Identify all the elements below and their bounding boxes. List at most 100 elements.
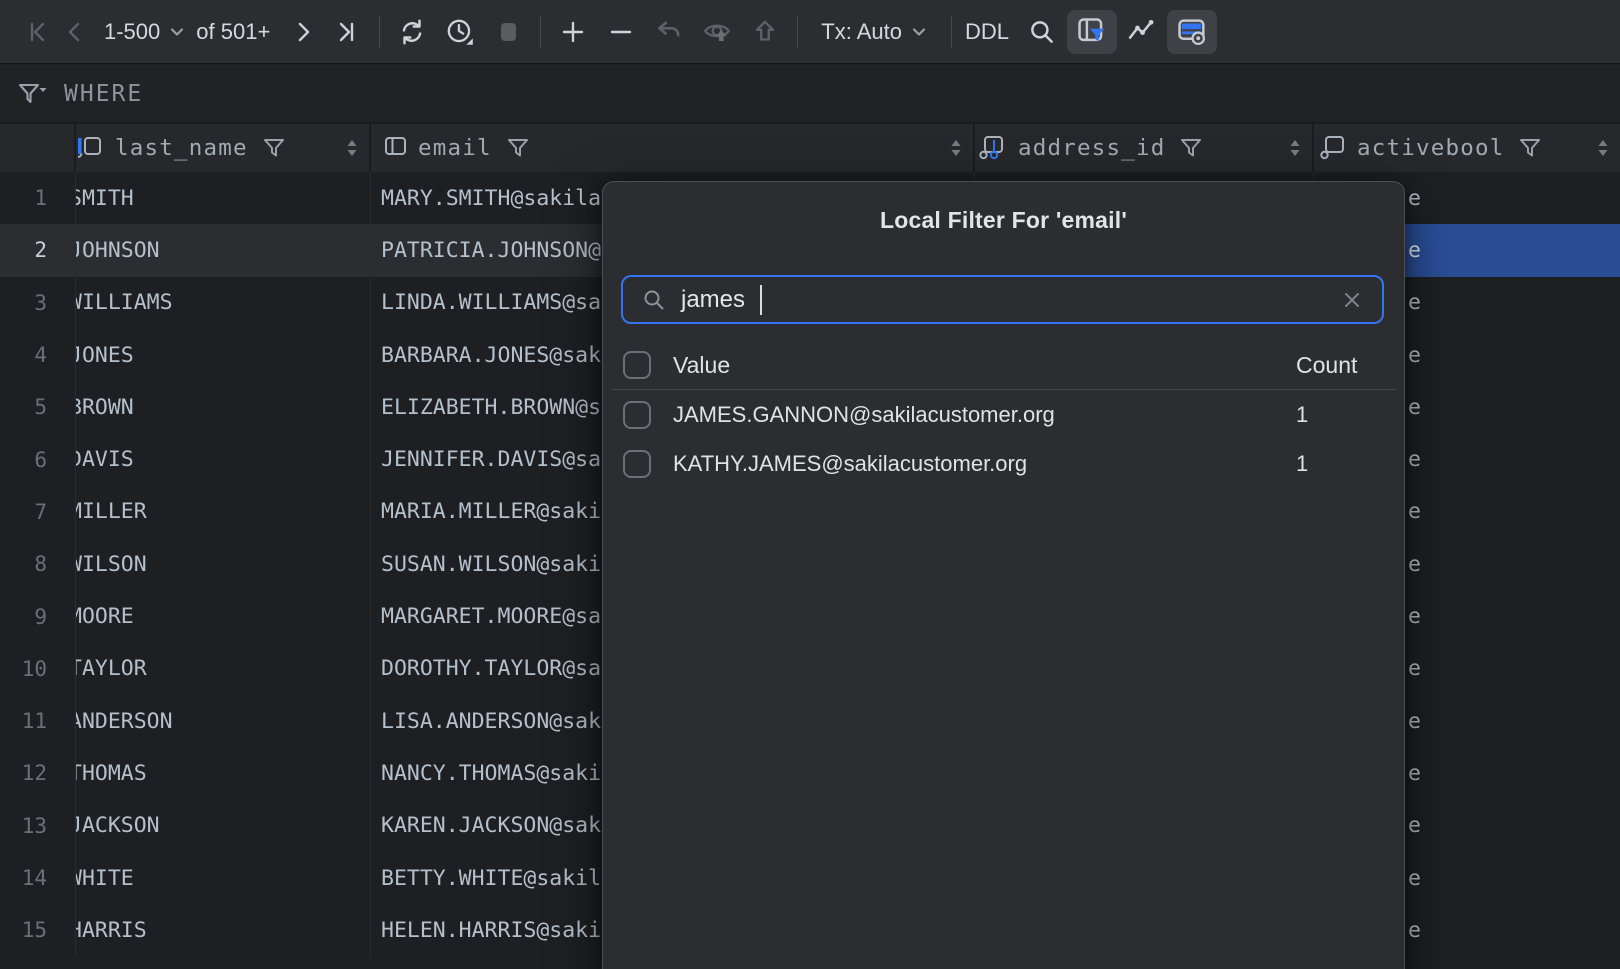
column-header-activebool[interactable]: activebool bbox=[1314, 124, 1620, 172]
cell-last-name[interactable]: TAYLOR bbox=[76, 643, 371, 695]
fk-column-icon bbox=[979, 134, 1009, 162]
clear-search-button[interactable] bbox=[1340, 288, 1364, 312]
column-filter-icon[interactable] bbox=[506, 136, 530, 160]
upload-arrow-icon bbox=[750, 17, 780, 47]
search-icon bbox=[1027, 17, 1057, 47]
revert-button[interactable] bbox=[650, 13, 688, 51]
row-number-gutter-header bbox=[0, 124, 76, 172]
row-number[interactable]: 8 bbox=[0, 538, 76, 590]
row-number[interactable]: 9 bbox=[0, 590, 76, 642]
row-number[interactable]: 10 bbox=[0, 643, 76, 695]
select-all-checkbox[interactable] bbox=[623, 351, 651, 379]
line-chart-icon bbox=[1125, 15, 1159, 49]
sort-arrows-icon[interactable] bbox=[345, 136, 359, 160]
column-header-address-id[interactable]: address_id bbox=[975, 124, 1314, 172]
page-range-label: 1-500 bbox=[104, 19, 160, 45]
row-number[interactable]: 7 bbox=[0, 486, 76, 538]
refresh-schedule-button[interactable] bbox=[441, 13, 479, 51]
next-page-button[interactable] bbox=[284, 13, 322, 51]
column-icon bbox=[383, 135, 409, 161]
cell-last-name[interactable]: HARRIS bbox=[76, 904, 371, 956]
first-page-button[interactable] bbox=[18, 13, 56, 51]
filter-search-field[interactable]: james bbox=[621, 275, 1384, 324]
filter-value-row[interactable]: JAMES.GANNON@sakilacustomer.org1 bbox=[603, 390, 1404, 439]
cell-last-name[interactable]: WILLIAMS bbox=[76, 277, 371, 329]
data-views-toggle[interactable] bbox=[1167, 10, 1217, 54]
column-name: address_id bbox=[1018, 135, 1165, 161]
minus-icon bbox=[607, 18, 635, 46]
column-header-email[interactable]: email bbox=[371, 124, 975, 172]
row-number[interactable]: 1 bbox=[0, 172, 76, 224]
cell-last-name[interactable]: BROWN bbox=[76, 381, 371, 433]
sort-arrows-icon[interactable] bbox=[949, 136, 963, 160]
cell-last-name[interactable]: MOORE bbox=[76, 590, 371, 642]
preview-changes-button[interactable] bbox=[698, 13, 736, 51]
row-number[interactable]: 14 bbox=[0, 852, 76, 904]
toolbar-separator bbox=[951, 16, 952, 48]
row-number[interactable]: 2 bbox=[0, 224, 76, 276]
cell-last-name[interactable]: JONES bbox=[76, 329, 371, 381]
transaction-mode-dropdown[interactable]: Tx: Auto bbox=[821, 19, 928, 45]
clock-icon bbox=[444, 16, 476, 48]
page-size-dropdown[interactable]: 1-500 bbox=[104, 19, 186, 45]
refresh-icon bbox=[397, 17, 427, 47]
cell-last-name[interactable]: ANDERSON bbox=[76, 695, 371, 747]
column-filter-icon[interactable] bbox=[1179, 136, 1203, 160]
column-filter-icon[interactable] bbox=[1518, 136, 1542, 160]
column-name: last_name bbox=[115, 135, 248, 161]
stop-square-icon bbox=[493, 17, 523, 47]
delete-row-button[interactable] bbox=[602, 13, 640, 51]
plus-icon bbox=[559, 18, 587, 46]
cell-last-name[interactable]: DAVIS bbox=[76, 433, 371, 485]
row-number[interactable]: 4 bbox=[0, 329, 76, 381]
filter-value-list: JAMES.GANNON@sakilacustomer.org1KATHY.JA… bbox=[603, 390, 1404, 488]
row-number[interactable]: 6 bbox=[0, 433, 76, 485]
column-header-last-name[interactable]: last_name bbox=[76, 124, 371, 172]
filter-count: 1 bbox=[1296, 451, 1376, 477]
filter-panel-toggle[interactable] bbox=[1067, 10, 1117, 54]
toolbar-separator bbox=[379, 16, 380, 48]
row-number[interactable]: 15 bbox=[0, 904, 76, 956]
row-number[interactable]: 3 bbox=[0, 277, 76, 329]
eye-upload-icon bbox=[701, 16, 733, 48]
submit-button[interactable] bbox=[746, 13, 784, 51]
ddl-button[interactable]: DDL bbox=[965, 19, 1009, 45]
value-checkbox[interactable] bbox=[623, 401, 651, 429]
row-number[interactable]: 5 bbox=[0, 381, 76, 433]
cell-last-name[interactable]: SMITH bbox=[76, 172, 371, 224]
table-eye-icon bbox=[1175, 15, 1209, 49]
popup-title: Local Filter For 'email' bbox=[603, 207, 1404, 234]
stop-button[interactable] bbox=[489, 13, 527, 51]
row-number[interactable]: 12 bbox=[0, 747, 76, 799]
filter-list-header: Value Count bbox=[603, 341, 1404, 389]
cell-last-name[interactable]: JOHNSON bbox=[76, 224, 371, 276]
cell-last-name[interactable]: THOMAS bbox=[76, 747, 371, 799]
row-number[interactable]: 13 bbox=[0, 800, 76, 852]
toolbar-separator bbox=[797, 16, 798, 48]
sort-arrows-icon[interactable] bbox=[1596, 136, 1610, 160]
cell-last-name[interactable]: WHITE bbox=[76, 852, 371, 904]
add-row-button[interactable] bbox=[554, 13, 592, 51]
last-page-button[interactable] bbox=[328, 13, 366, 51]
filter-value-row[interactable]: KATHY.JAMES@sakilacustomer.org1 bbox=[603, 439, 1404, 488]
search-query-text: james bbox=[681, 286, 745, 314]
reload-button[interactable] bbox=[393, 13, 431, 51]
count-column-header: Count bbox=[1296, 352, 1376, 379]
undo-icon bbox=[654, 17, 684, 47]
chart-view-button[interactable] bbox=[1123, 13, 1161, 51]
column-filter-icon[interactable] bbox=[262, 136, 286, 160]
cell-last-name[interactable]: MILLER bbox=[76, 486, 371, 538]
search-button[interactable] bbox=[1023, 13, 1061, 51]
sort-arrows-icon[interactable] bbox=[1288, 136, 1302, 160]
cell-last-name[interactable]: WILSON bbox=[76, 538, 371, 590]
prev-page-button[interactable] bbox=[56, 13, 94, 51]
filter-funnel-dropdown-icon bbox=[16, 80, 48, 108]
where-keyword: WHERE bbox=[64, 81, 143, 107]
cell-last-name[interactable]: JACKSON bbox=[76, 800, 371, 852]
column-name: activebool bbox=[1357, 135, 1504, 161]
row-number[interactable]: 11 bbox=[0, 695, 76, 747]
value-checkbox[interactable] bbox=[623, 450, 651, 478]
column-name: email bbox=[418, 135, 492, 161]
where-filter-bar[interactable]: WHERE bbox=[0, 65, 1620, 123]
toolbar: 1-500 of 501+ bbox=[0, 0, 1620, 64]
